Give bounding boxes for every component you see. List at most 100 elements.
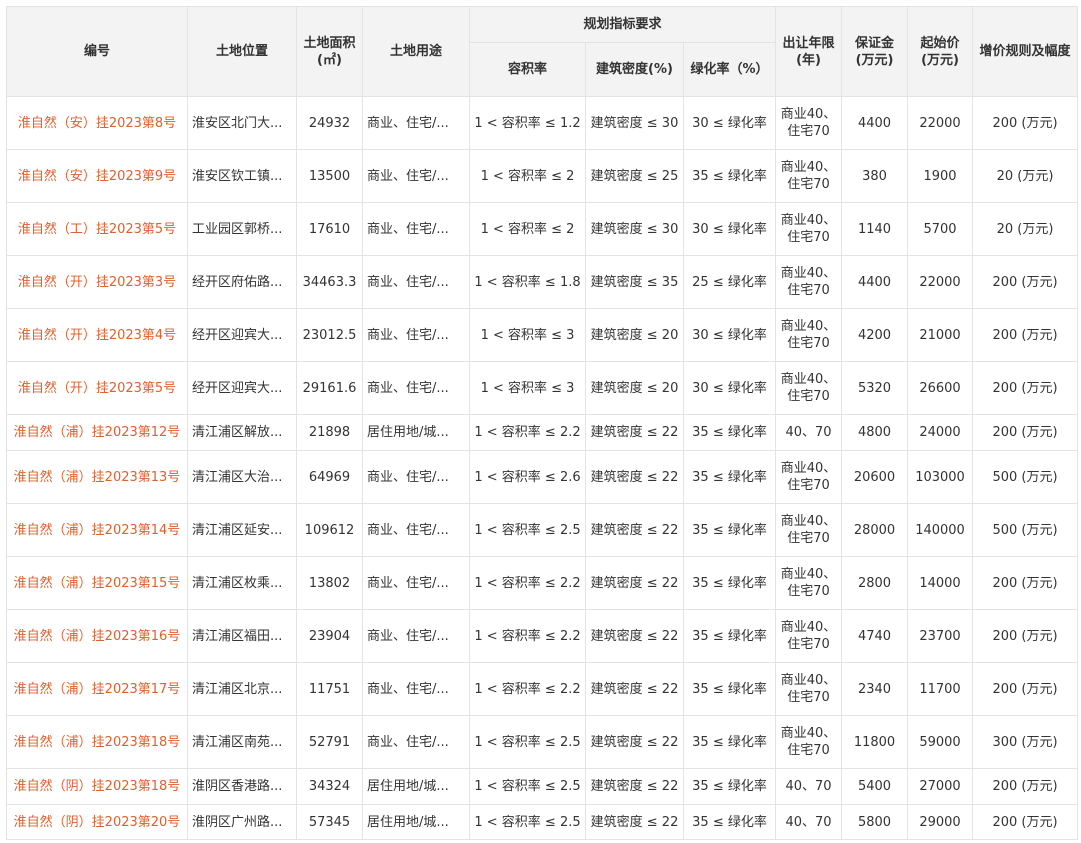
row-usage: 商业、住宅/... — [362, 715, 470, 769]
row-usage: 居住用地/城... — [362, 414, 470, 451]
row-density: 建筑密度 ≤ 20 — [585, 361, 684, 415]
row-far: 1 < 容积率 ≤ 1.8 — [469, 255, 586, 309]
row-location: 经开区府佑路... — [187, 255, 297, 309]
row-increment: 500 (万元) — [972, 503, 1079, 557]
row-id-link[interactable]: 淮自然（开）挂2023第4号 — [6, 308, 188, 362]
row-id-link[interactable]: 淮自然（开）挂2023第3号 — [6, 255, 188, 309]
table-row: 淮自然（阴）挂2023第18号 淮阴区香港路... 34324 居住用地/城..… — [6, 768, 1079, 805]
header-deposit: 保证金(万元) — [841, 6, 909, 97]
row-green: 35 ≤ 绿化率 — [682, 609, 777, 663]
row-id-link[interactable]: 淮自然（浦）挂2023第12号 — [6, 414, 188, 451]
table-row: 淮自然（阴）挂2023第20号 淮阴区广州路... 57345 居住用地/城..… — [6, 804, 1079, 840]
row-area: 23012.5 — [296, 308, 363, 362]
row-density: 建筑密度 ≤ 22 — [585, 804, 684, 840]
row-deposit: 28000 — [841, 503, 909, 557]
row-increment: 200 (万元) — [972, 414, 1079, 451]
row-increment: 200 (万元) — [972, 804, 1079, 840]
row-start-price: 22000 — [907, 255, 974, 309]
row-deposit: 20600 — [841, 450, 909, 504]
row-years: 商业40、住宅70 — [775, 450, 843, 504]
row-far: 1 < 容积率 ≤ 2.2 — [469, 414, 586, 451]
row-deposit: 1140 — [841, 202, 909, 256]
row-deposit: 380 — [841, 149, 909, 203]
row-location: 淮安区钦工镇... — [187, 149, 297, 203]
row-id-link[interactable]: 淮自然（浦）挂2023第16号 — [6, 609, 188, 663]
row-density: 建筑密度 ≤ 22 — [585, 414, 684, 451]
row-years: 商业40、住宅70 — [775, 202, 843, 256]
row-id-link[interactable]: 淮自然（浦）挂2023第14号 — [6, 503, 188, 557]
row-id-link[interactable]: 淮自然（安）挂2023第8号 — [6, 96, 188, 150]
table-row: 淮自然（安）挂2023第9号 淮安区钦工镇... 13500 商业、住宅/...… — [6, 149, 1079, 203]
row-deposit: 4740 — [841, 609, 909, 663]
row-location: 淮阴区广州路... — [187, 804, 297, 840]
row-start-price: 59000 — [907, 715, 974, 769]
row-id-link[interactable]: 淮自然（工）挂2023第5号 — [6, 202, 188, 256]
table-row: 淮自然（浦）挂2023第15号 清江浦区枚乘... 13802 商业、住宅/..… — [6, 556, 1079, 610]
land-auction-table-container: 编号 土地位置 土地面积(㎡) 土地用途 规划指标要求 出让年限(年) 保证金(… — [6, 6, 1079, 840]
row-deposit: 5320 — [841, 361, 909, 415]
row-deposit: 11800 — [841, 715, 909, 769]
row-location: 清江浦区南苑... — [187, 715, 297, 769]
row-id-link[interactable]: 淮自然（浦）挂2023第15号 — [6, 556, 188, 610]
row-id-link[interactable]: 淮自然（安）挂2023第9号 — [6, 149, 188, 203]
row-density: 建筑密度 ≤ 30 — [585, 96, 684, 150]
row-id-link[interactable]: 淮自然（浦）挂2023第18号 — [6, 715, 188, 769]
row-id-link[interactable]: 淮自然（浦）挂2023第13号 — [6, 450, 188, 504]
row-increment: 300 (万元) — [972, 715, 1079, 769]
row-area: 13802 — [296, 556, 363, 610]
row-increment: 200 (万元) — [972, 768, 1079, 805]
row-area: 64969 — [296, 450, 363, 504]
row-usage: 居住用地/城... — [362, 768, 470, 805]
header-green: 绿化率（%） — [682, 42, 777, 97]
row-increment: 500 (万元) — [972, 450, 1079, 504]
row-density: 建筑密度 ≤ 22 — [585, 768, 684, 805]
row-usage: 商业、住宅/... — [362, 556, 470, 610]
row-green: 30 ≤ 绿化率 — [682, 96, 777, 150]
row-density: 建筑密度 ≤ 22 — [585, 609, 684, 663]
row-location: 清江浦区枚乘... — [187, 556, 297, 610]
row-increment: 200 (万元) — [972, 609, 1079, 663]
row-years: 40、70 — [775, 768, 843, 805]
row-deposit: 4400 — [841, 96, 909, 150]
row-area: 17610 — [296, 202, 363, 256]
row-start-price: 23700 — [907, 609, 974, 663]
table-row: 淮自然（浦）挂2023第13号 清江浦区大治... 64969 商业、住宅/..… — [6, 450, 1079, 504]
row-area: 34324 — [296, 768, 363, 805]
row-far: 1 < 容积率 ≤ 2 — [469, 202, 586, 256]
row-density: 建筑密度 ≤ 22 — [585, 715, 684, 769]
row-id-link[interactable]: 淮自然（开）挂2023第5号 — [6, 361, 188, 415]
table-body: 淮自然（安）挂2023第8号 淮安区北门大... 24932 商业、住宅/...… — [6, 96, 1079, 840]
row-increment: 200 (万元) — [972, 662, 1079, 716]
row-start-price: 14000 — [907, 556, 974, 610]
row-id-link[interactable]: 淮自然（阴）挂2023第20号 — [6, 804, 188, 840]
row-green: 35 ≤ 绿化率 — [682, 768, 777, 805]
row-start-price: 103000 — [907, 450, 974, 504]
row-start-price: 11700 — [907, 662, 974, 716]
table-row: 淮自然（工）挂2023第5号 工业园区郭桥... 17610 商业、住宅/...… — [6, 202, 1079, 256]
table-header: 编号 土地位置 土地面积(㎡) 土地用途 规划指标要求 出让年限(年) 保证金(… — [6, 6, 1079, 97]
header-increment: 增价规则及幅度 — [972, 6, 1079, 97]
header-planning-group: 规划指标要求 — [468, 6, 777, 43]
table-row: 淮自然（浦）挂2023第14号 清江浦区延安... 109612 商业、住宅/.… — [6, 503, 1079, 557]
row-far: 1 < 容积率 ≤ 2.5 — [469, 768, 586, 805]
row-years: 40、70 — [775, 804, 843, 840]
row-usage: 商业、住宅/... — [362, 308, 470, 362]
land-auction-table: 编号 土地位置 土地面积(㎡) 土地用途 规划指标要求 出让年限(年) 保证金(… — [6, 6, 1079, 840]
row-years: 商业40、住宅70 — [775, 556, 843, 610]
header-location: 土地位置 — [187, 6, 297, 97]
row-id-link[interactable]: 淮自然（阴）挂2023第18号 — [6, 768, 188, 805]
row-start-price: 21000 — [907, 308, 974, 362]
row-usage: 商业、住宅/... — [362, 255, 470, 309]
row-green: 25 ≤ 绿化率 — [682, 255, 777, 309]
row-location: 清江浦区大治... — [187, 450, 297, 504]
row-years: 商业40、住宅70 — [775, 255, 843, 309]
table-row: 淮自然（安）挂2023第8号 淮安区北门大... 24932 商业、住宅/...… — [6, 96, 1079, 150]
header-area: 土地面积(㎡) — [296, 6, 363, 97]
row-density: 建筑密度 ≤ 22 — [585, 556, 684, 610]
row-usage: 商业、住宅/... — [362, 202, 470, 256]
table-row: 淮自然（开）挂2023第4号 经开区迎宾大... 23012.5 商业、住宅/.… — [6, 308, 1079, 362]
row-years: 商业40、住宅70 — [775, 503, 843, 557]
row-id-link[interactable]: 淮自然（浦）挂2023第17号 — [6, 662, 188, 716]
table-row: 淮自然（开）挂2023第3号 经开区府佑路... 34463.3 商业、住宅/.… — [6, 255, 1079, 309]
row-far: 1 < 容积率 ≤ 2.2 — [469, 609, 586, 663]
